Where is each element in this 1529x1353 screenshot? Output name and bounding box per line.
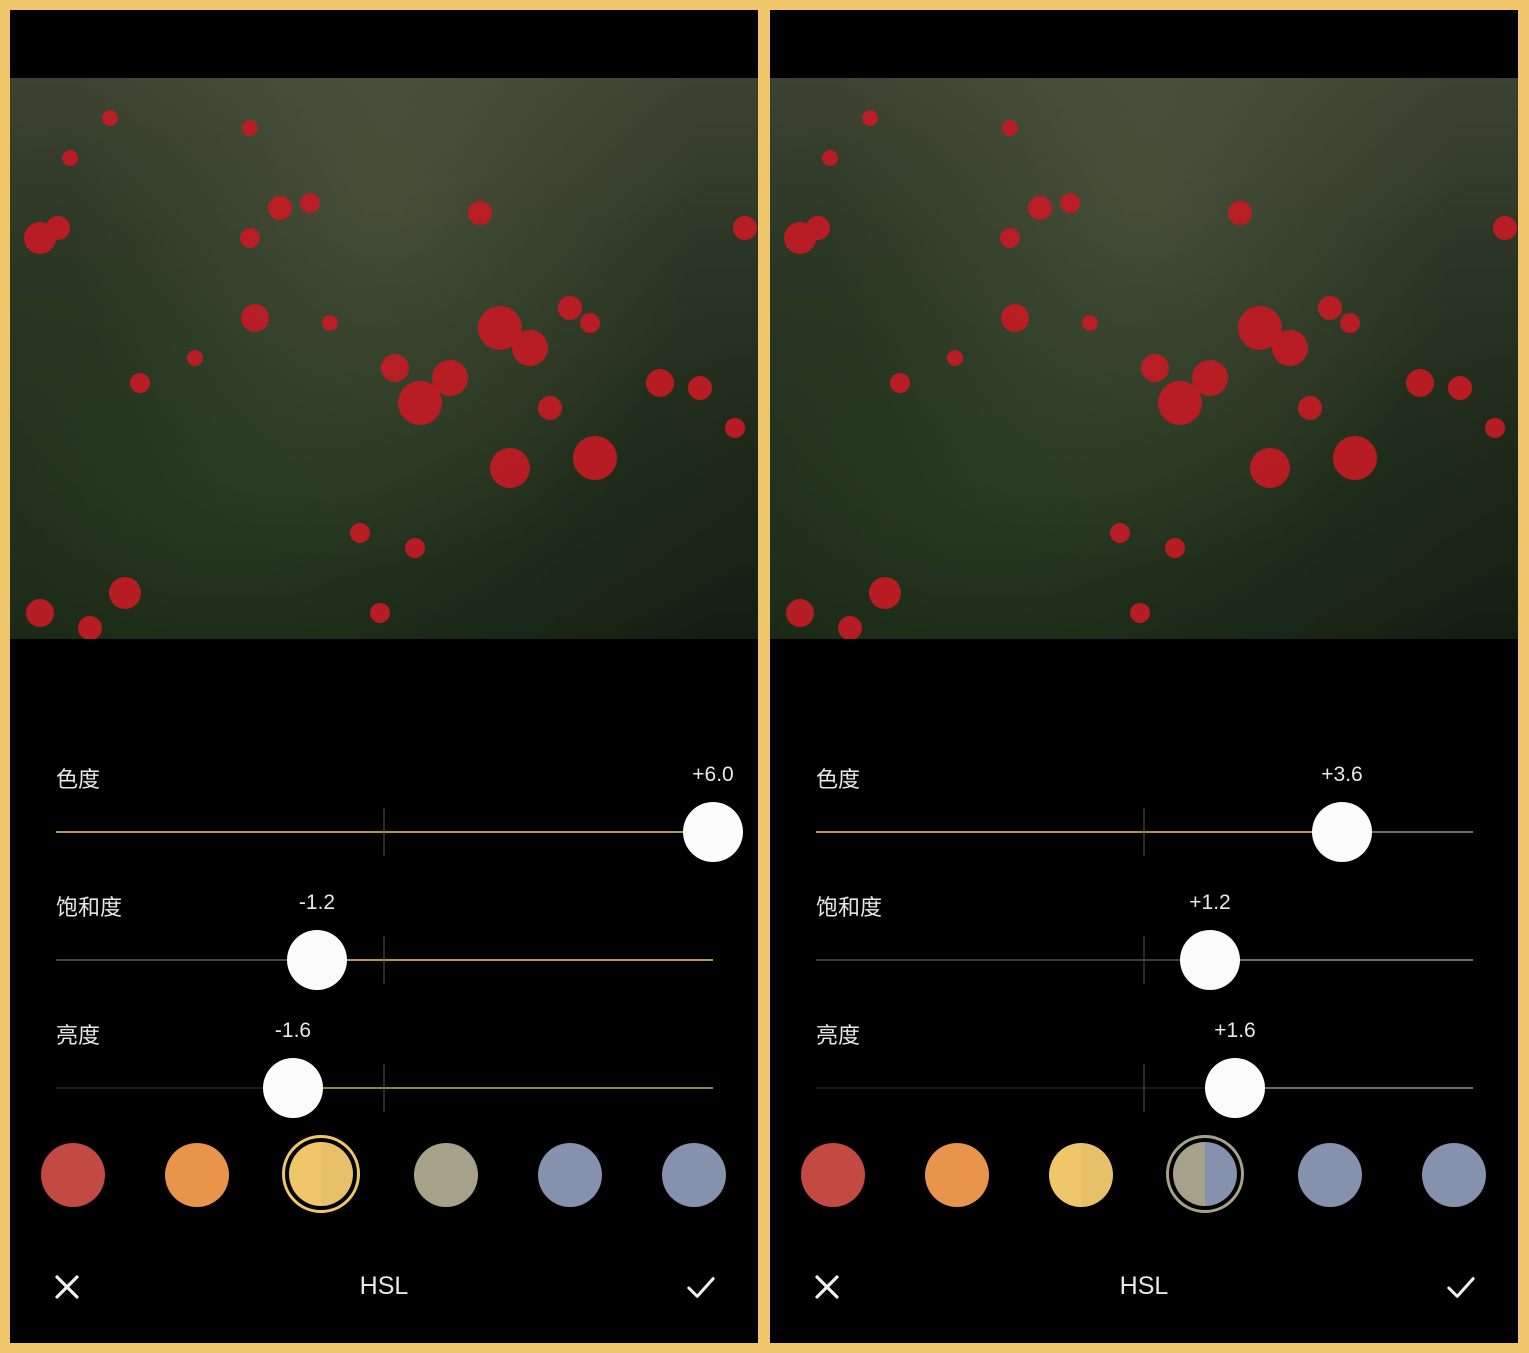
brightness-slider-thumb[interactable]: [1205, 1058, 1265, 1118]
editor-panel-right: 色度 +3.6 饱和度 +1.2 亮度 +1.6 HSL: [770, 10, 1518, 1343]
photo-preview: [770, 78, 1518, 639]
brightness-value: +1.6: [1214, 1019, 1256, 1042]
hue-value: +6.0: [692, 763, 734, 786]
saturation-value: -1.2: [298, 891, 336, 914]
swatch-orange[interactable]: [165, 1143, 229, 1207]
saturation-slider-thumb[interactable]: [287, 930, 347, 990]
brightness-slider[interactable]: [770, 1058, 1518, 1118]
swatch-cyan[interactable]: [1298, 1143, 1362, 1207]
swatch-red[interactable]: [801, 1143, 865, 1207]
hue-slider-thumb[interactable]: [1312, 802, 1372, 862]
brightness-slider-thumb[interactable]: [263, 1058, 323, 1118]
checkmark-icon[interactable]: [1446, 1272, 1476, 1302]
swatch-green[interactable]: [414, 1143, 478, 1207]
brightness-value: -1.6: [274, 1019, 312, 1042]
panel-title: HSL: [1119, 1272, 1169, 1300]
hue-slider-thumb[interactable]: [683, 802, 743, 862]
rose-bush-photo: [784, 110, 1517, 639]
panel-title: HSL: [359, 1272, 409, 1300]
saturation-label: 饱和度: [816, 896, 883, 921]
saturation-slider-thumb[interactable]: [1180, 930, 1240, 990]
hue-slider[interactable]: [770, 802, 1518, 862]
swatch-blue[interactable]: [1422, 1143, 1486, 1207]
swatch-red[interactable]: [41, 1143, 105, 1207]
brightness-label: 亮度: [56, 1024, 101, 1049]
photo-preview: [10, 78, 758, 639]
saturation-label: 饱和度: [56, 896, 123, 921]
hue-value: +3.6: [1321, 763, 1363, 786]
rose-bush-photo: [24, 110, 757, 639]
swatch-blue[interactable]: [662, 1143, 726, 1207]
checkmark-icon[interactable]: [686, 1272, 716, 1302]
hue-label: 色度: [56, 768, 101, 793]
hue-label: 色度: [816, 768, 861, 793]
swatch-orange[interactable]: [925, 1143, 989, 1207]
brightness-label: 亮度: [816, 1024, 861, 1049]
brightness-slider[interactable]: [10, 1058, 758, 1118]
saturation-value: +1.2: [1189, 891, 1231, 914]
swatch-cyan[interactable]: [538, 1143, 602, 1207]
editor-panel-left: 色度 +6.0 饱和度 -1.2 亮度 -1.6 HSL: [10, 10, 758, 1343]
swatch-yellow[interactable]: [1049, 1143, 1113, 1207]
saturation-slider[interactable]: [10, 930, 758, 990]
saturation-slider[interactable]: [770, 930, 1518, 990]
hue-slider[interactable]: [10, 802, 758, 862]
swatch-yellow[interactable]: [289, 1142, 353, 1206]
swatch-green[interactable]: [1173, 1142, 1237, 1206]
